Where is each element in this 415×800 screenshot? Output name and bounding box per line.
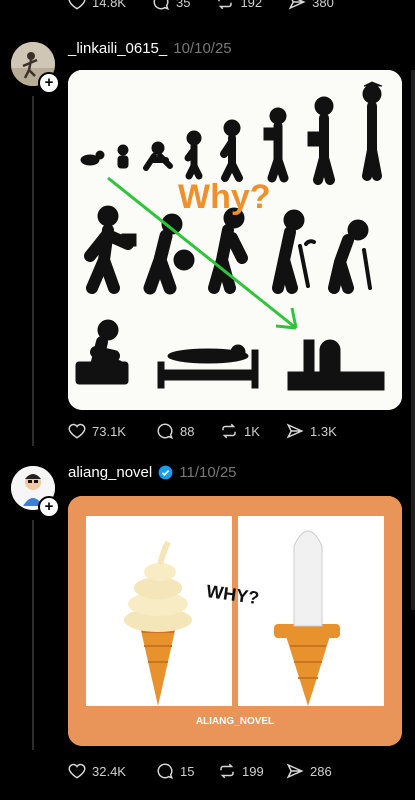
comment-count: 35 [175, 0, 191, 10]
share-icon [286, 763, 304, 779]
share-button[interactable]: 1.3K [286, 422, 337, 440]
repost-icon [222, 423, 236, 439]
username[interactable]: _linkaili_0615_ [68, 40, 167, 57]
comment-button[interactable]: 88 [156, 422, 220, 440]
share-count: 380 [312, 0, 334, 10]
like-count: 14.8K [92, 0, 126, 10]
post-header: aliang_novel 11/10/25 [68, 464, 237, 481]
follow-plus-button[interactable]: + [38, 72, 60, 94]
repost-count: 1K [244, 423, 260, 439]
repost-icon [220, 763, 234, 779]
comment-count: 15 [180, 763, 195, 779]
post-header: _linkaili_0615_ 10/10/25 [68, 40, 232, 57]
like-button[interactable]: 32.4K [68, 762, 156, 780]
share-button[interactable]: 380 [288, 0, 334, 12]
share-icon [288, 0, 306, 10]
comment-icon [157, 763, 174, 780]
repost-button[interactable]: 1K [220, 422, 286, 440]
plus-icon: + [44, 74, 54, 91]
comment-count: 88 [180, 423, 195, 439]
like-button[interactable]: 14.8K [68, 0, 126, 12]
heart-icon [68, 763, 86, 779]
repost-button[interactable]: 192 [216, 0, 262, 12]
thread-line [32, 520, 34, 750]
like-button[interactable]: 73.1K [68, 422, 156, 440]
share-button[interactable]: 286 [286, 762, 332, 780]
heart-icon [68, 423, 86, 439]
previous-post-stats: 14.8K 35 192 380 [68, 0, 375, 12]
comment-button[interactable]: 35 [152, 0, 190, 12]
thread-line [32, 96, 34, 446]
post-date: 11/10/25 [179, 464, 237, 481]
repost-count: 199 [242, 763, 264, 779]
repost-icon [218, 0, 233, 10]
post-image[interactable]: Why? [68, 70, 402, 410]
repost-count: 192 [240, 0, 263, 10]
why-text: Why? [178, 178, 271, 216]
scroll-track [411, 70, 415, 610]
repost-button[interactable]: 199 [218, 762, 286, 780]
comment-icon [153, 0, 170, 11]
share-count: 286 [310, 763, 332, 779]
life-stages-illustration: Why? [68, 70, 402, 410]
follow-plus-button[interactable]: + [38, 496, 60, 518]
post-date: 10/10/25 [173, 40, 232, 57]
verified-icon [158, 465, 173, 480]
like-count: 32.4K [92, 763, 126, 779]
ice-cream-comparison-illustration: WHY? ALIANG_NOVEL [68, 496, 402, 746]
heart-icon [68, 0, 86, 10]
post-actions: 32.4K 15 199 286 [68, 762, 332, 780]
share-count: 1.3K [310, 423, 337, 439]
like-count: 73.1K [92, 423, 126, 439]
watermark-text: ALIANG_NOVEL [196, 716, 274, 727]
comment-button[interactable]: 15 [156, 762, 218, 780]
username[interactable]: aliang_novel [68, 464, 152, 481]
post-image[interactable]: WHY? ALIANG_NOVEL [68, 496, 402, 746]
comment-icon [157, 423, 174, 440]
plus-icon: + [44, 498, 54, 515]
post-actions: 73.1K 88 1K 1.3K [68, 422, 337, 440]
share-icon [286, 423, 304, 439]
